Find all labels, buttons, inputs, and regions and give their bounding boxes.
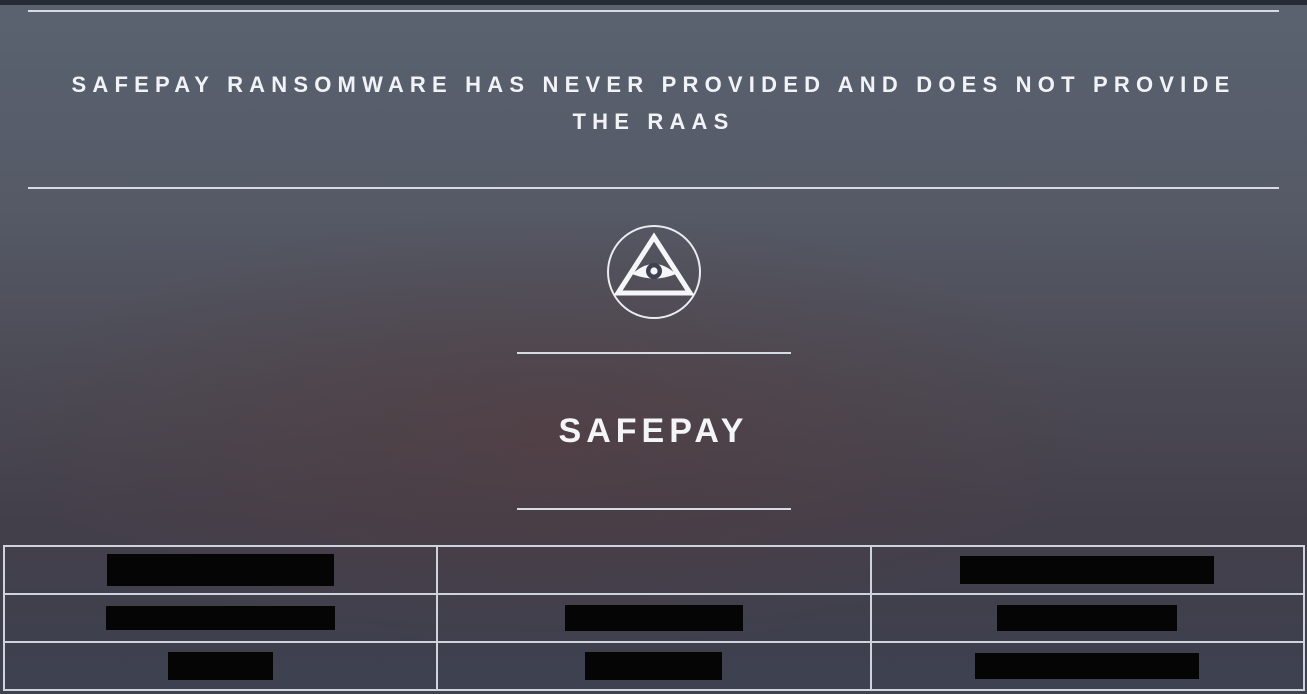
- brand-bottom-divider: [517, 508, 791, 510]
- table-cell: [869, 545, 1306, 595]
- table-cell: [869, 593, 1306, 643]
- table-cell: [2, 545, 439, 595]
- redacted-text: [585, 652, 723, 680]
- redacted-text: [997, 605, 1178, 631]
- table-row[interactable]: [2, 593, 1306, 643]
- redacted-text: [975, 653, 1200, 679]
- eye-in-triangle-icon: [606, 224, 702, 320]
- top-divider: [28, 10, 1279, 12]
- table-row[interactable]: [2, 545, 1306, 595]
- table-cell: [436, 641, 872, 691]
- table-cell: [436, 545, 872, 595]
- raas-notice-heading: SAFEPAY RANSOMWARE HAS NEVER PROVIDED AN…: [71, 72, 1236, 134]
- redacted-text: [106, 606, 336, 630]
- table-row[interactable]: [2, 641, 1306, 691]
- victims-table: [2, 545, 1306, 691]
- leak-site-page: SAFEPAY RANSOMWARE HAS NEVER PROVIDED AN…: [0, 0, 1307, 694]
- brand-top-divider: [517, 352, 791, 354]
- table-cell: [436, 593, 872, 643]
- header-divider: [28, 187, 1279, 189]
- redacted-text: [107, 554, 335, 586]
- redacted-text: [960, 556, 1215, 584]
- brand-title: SAFEPAY: [558, 412, 749, 450]
- redacted-text: [168, 652, 274, 680]
- table-cell: [2, 593, 439, 643]
- table-cell: [869, 641, 1306, 691]
- redacted-text: [564, 605, 743, 631]
- table-cell: [2, 641, 439, 691]
